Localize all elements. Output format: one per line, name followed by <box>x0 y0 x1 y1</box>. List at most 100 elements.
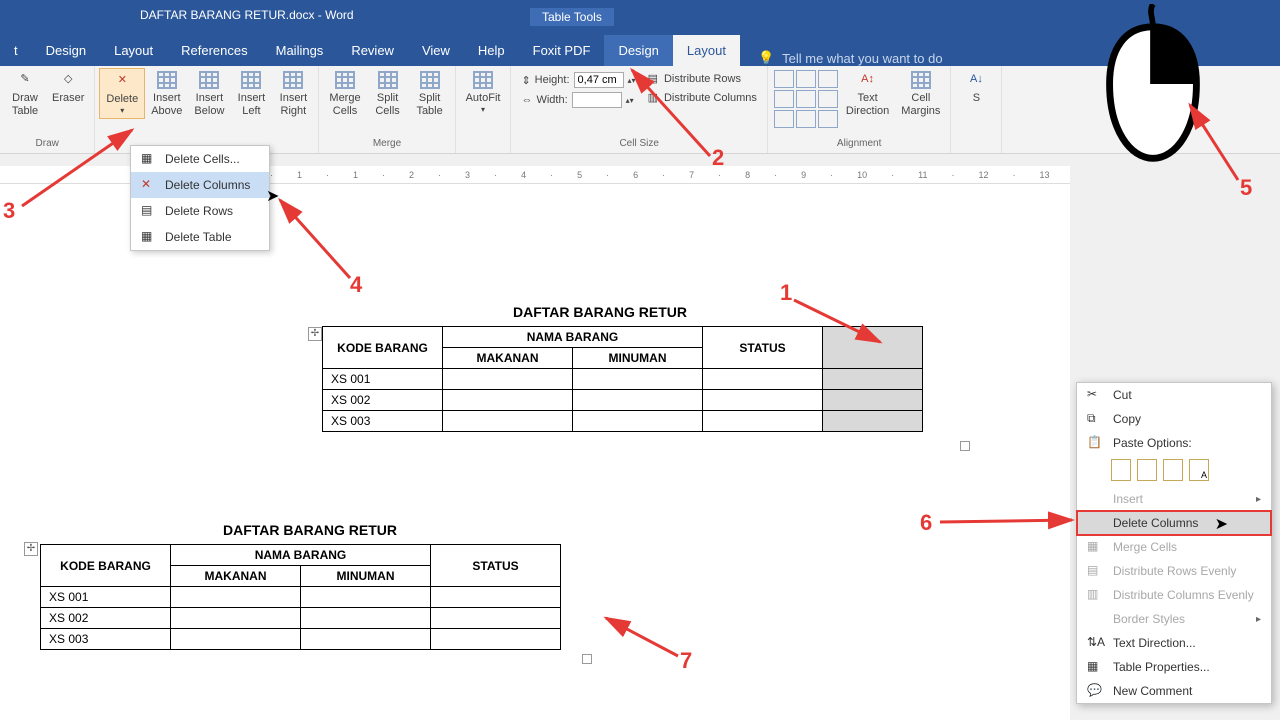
merge-cells-button[interactable]: Merge Cells <box>323 68 366 120</box>
cell-margins-button[interactable]: Cell Margins <box>895 68 946 120</box>
table-1[interactable]: KODE BARANG NAMA BARANG STATUS MAKANAN M… <box>322 326 923 432</box>
delete-rows-item[interactable]: ▤Delete Rows <box>131 198 269 224</box>
delete-columns-item[interactable]: ✕Delete Columns <box>131 172 269 198</box>
insert-below-button[interactable]: Insert Below <box>188 68 230 120</box>
cells-icon: ▦ <box>141 151 157 167</box>
cell[interactable]: XS 001 <box>323 369 443 390</box>
paste-option-2[interactable] <box>1137 459 1157 481</box>
ctx-cut[interactable]: ✂Cut <box>1077 383 1271 407</box>
sort-button[interactable]: A↓S <box>955 68 997 107</box>
annotation-5: 5 <box>1240 175 1252 201</box>
th-makanan[interactable]: MAKANAN <box>171 566 301 587</box>
tab-view[interactable]: View <box>408 35 464 66</box>
grid-icon <box>157 71 177 89</box>
column-x-icon: ✕ <box>141 177 157 193</box>
alignment-grid[interactable] <box>772 68 840 130</box>
tell-me-search[interactable]: 💡 Tell me what you want to do <box>758 50 943 66</box>
table-move-handle[interactable]: ✢ <box>308 327 322 341</box>
th-nama[interactable]: NAMA BARANG <box>443 327 703 348</box>
tab-design[interactable]: Design <box>32 35 100 66</box>
th-minuman[interactable]: MINUMAN <box>573 348 703 369</box>
group-draw-label: Draw <box>36 138 59 151</box>
th-status[interactable]: STATUS <box>703 327 823 369</box>
tab-table-design[interactable]: Design <box>604 35 672 66</box>
tab-help[interactable]: Help <box>464 35 519 66</box>
insert-left-button[interactable]: Insert Left <box>230 68 272 120</box>
draw-table-button[interactable]: ✎Draw Table <box>4 68 46 120</box>
delete-table-item[interactable]: ▦Delete Table <box>131 224 269 250</box>
ctx-table-properties[interactable]: ▦Table Properties... <box>1077 655 1271 679</box>
th-status[interactable]: STATUS <box>431 545 561 587</box>
lightbulb-icon: 💡 <box>758 50 774 66</box>
delete-button[interactable]: ✕Delete▾ <box>99 68 145 119</box>
height-input[interactable] <box>574 72 624 88</box>
th-kode[interactable]: KODE BARANG <box>323 327 443 369</box>
ctx-border-styles[interactable]: Border Styles▸ <box>1077 607 1271 631</box>
ctx-new-comment[interactable]: 💬New Comment <box>1077 679 1271 703</box>
th-nama[interactable]: NAMA BARANG <box>171 545 431 566</box>
th-makanan[interactable]: MAKANAN <box>443 348 573 369</box>
cell[interactable]: XS 003 <box>41 629 171 650</box>
page-2: ✢ DAFTAR BARANG RETUR KODE BARANG NAMA B… <box>20 522 600 650</box>
grid-icon <box>473 71 493 89</box>
split-table-button[interactable]: Split Table <box>409 68 451 120</box>
th-selected-empty[interactable] <box>823 327 923 369</box>
tab-partial[interactable]: t <box>0 35 32 66</box>
ctx-insert[interactable]: Insert▸ <box>1077 487 1271 511</box>
eraser-button[interactable]: ◇Eraser <box>46 68 90 107</box>
ctx-text-direction[interactable]: ⇅AText Direction... <box>1077 631 1271 655</box>
grid-icon <box>241 71 261 89</box>
group-cellsize-label: Cell Size <box>619 138 658 151</box>
width-input[interactable] <box>572 92 622 108</box>
paste-option-3[interactable] <box>1163 459 1183 481</box>
table-x-icon: ▦ <box>141 229 157 245</box>
insert-above-button[interactable]: Insert Above <box>145 68 188 120</box>
split-cells-button[interactable]: Split Cells <box>367 68 409 120</box>
text-dir-icon: ⇅A <box>1087 635 1103 651</box>
dist-cols-icon: ▥ <box>1087 587 1103 603</box>
th-kode[interactable]: KODE BARANG <box>41 545 171 587</box>
ctx-merge-cells[interactable]: ▦Merge Cells <box>1077 535 1271 559</box>
eraser-icon: ◇ <box>58 70 78 90</box>
cell[interactable]: XS 003 <box>323 411 443 432</box>
dist-cols-icon: ▥ <box>648 91 658 104</box>
cell[interactable]: XS 002 <box>41 608 171 629</box>
ctx-copy[interactable]: ⧉Copy <box>1077 407 1271 431</box>
tab-layout[interactable]: Layout <box>100 35 167 66</box>
autofit-button[interactable]: AutoFit▾ <box>460 68 507 117</box>
cursor-icon: ➤ <box>1215 514 1228 534</box>
ctx-dist-rows[interactable]: ▤Distribute Rows Evenly <box>1077 559 1271 583</box>
text-dir-icon: A↕ <box>858 70 878 90</box>
distribute-rows-button[interactable]: ▤Distribute Rows <box>648 72 757 85</box>
table-resize-handle[interactable] <box>582 654 592 664</box>
document-area: DAFTAR BARANG RETUR ✢ KODE BARANG NAMA B… <box>0 184 1070 720</box>
ctx-paste-icons: A <box>1077 455 1271 487</box>
paste-option-4[interactable]: A <box>1189 459 1209 481</box>
text-direction-button[interactable]: A↕Text Direction <box>840 68 895 120</box>
tab-mailings[interactable]: Mailings <box>262 35 338 66</box>
paste-option-1[interactable] <box>1111 459 1131 481</box>
distribute-columns-button[interactable]: ▥Distribute Columns <box>648 91 757 104</box>
group-alignment-label: Alignment <box>837 138 881 151</box>
tab-table-layout[interactable]: Layout <box>673 35 740 66</box>
delete-dropdown: ▦Delete Cells... ✕Delete Columns ▤Delete… <box>130 145 270 251</box>
th-minuman[interactable]: MINUMAN <box>301 566 431 587</box>
clipboard-icon: 📋 <box>1087 435 1103 451</box>
cell[interactable]: XS 001 <box>41 587 171 608</box>
cell[interactable]: XS 002 <box>323 390 443 411</box>
table-2[interactable]: KODE BARANG NAMA BARANG STATUS MAKANAN M… <box>40 544 561 650</box>
tab-review[interactable]: Review <box>337 35 408 66</box>
tab-references[interactable]: References <box>167 35 261 66</box>
width-icon: ⇔ <box>521 94 532 106</box>
comment-icon: 💬 <box>1087 683 1103 699</box>
table-resize-handle[interactable] <box>960 441 970 451</box>
ctx-dist-cols[interactable]: ▥Distribute Columns Evenly <box>1077 583 1271 607</box>
ctx-delete-columns[interactable]: Delete Columns <box>1077 511 1271 535</box>
document-title: DAFTAR BARANG RETUR.docx - Word <box>140 8 354 22</box>
table-move-handle[interactable]: ✢ <box>24 542 38 556</box>
delete-cells-item[interactable]: ▦Delete Cells... <box>131 146 269 172</box>
context-menu: ✂Cut ⧉Copy 📋Paste Options: A Insert▸ Del… <box>1076 382 1272 704</box>
insert-right-button[interactable]: Insert Right <box>272 68 314 120</box>
tab-foxit[interactable]: Foxit PDF <box>519 35 605 66</box>
group-merge-label: Merge <box>373 138 401 151</box>
